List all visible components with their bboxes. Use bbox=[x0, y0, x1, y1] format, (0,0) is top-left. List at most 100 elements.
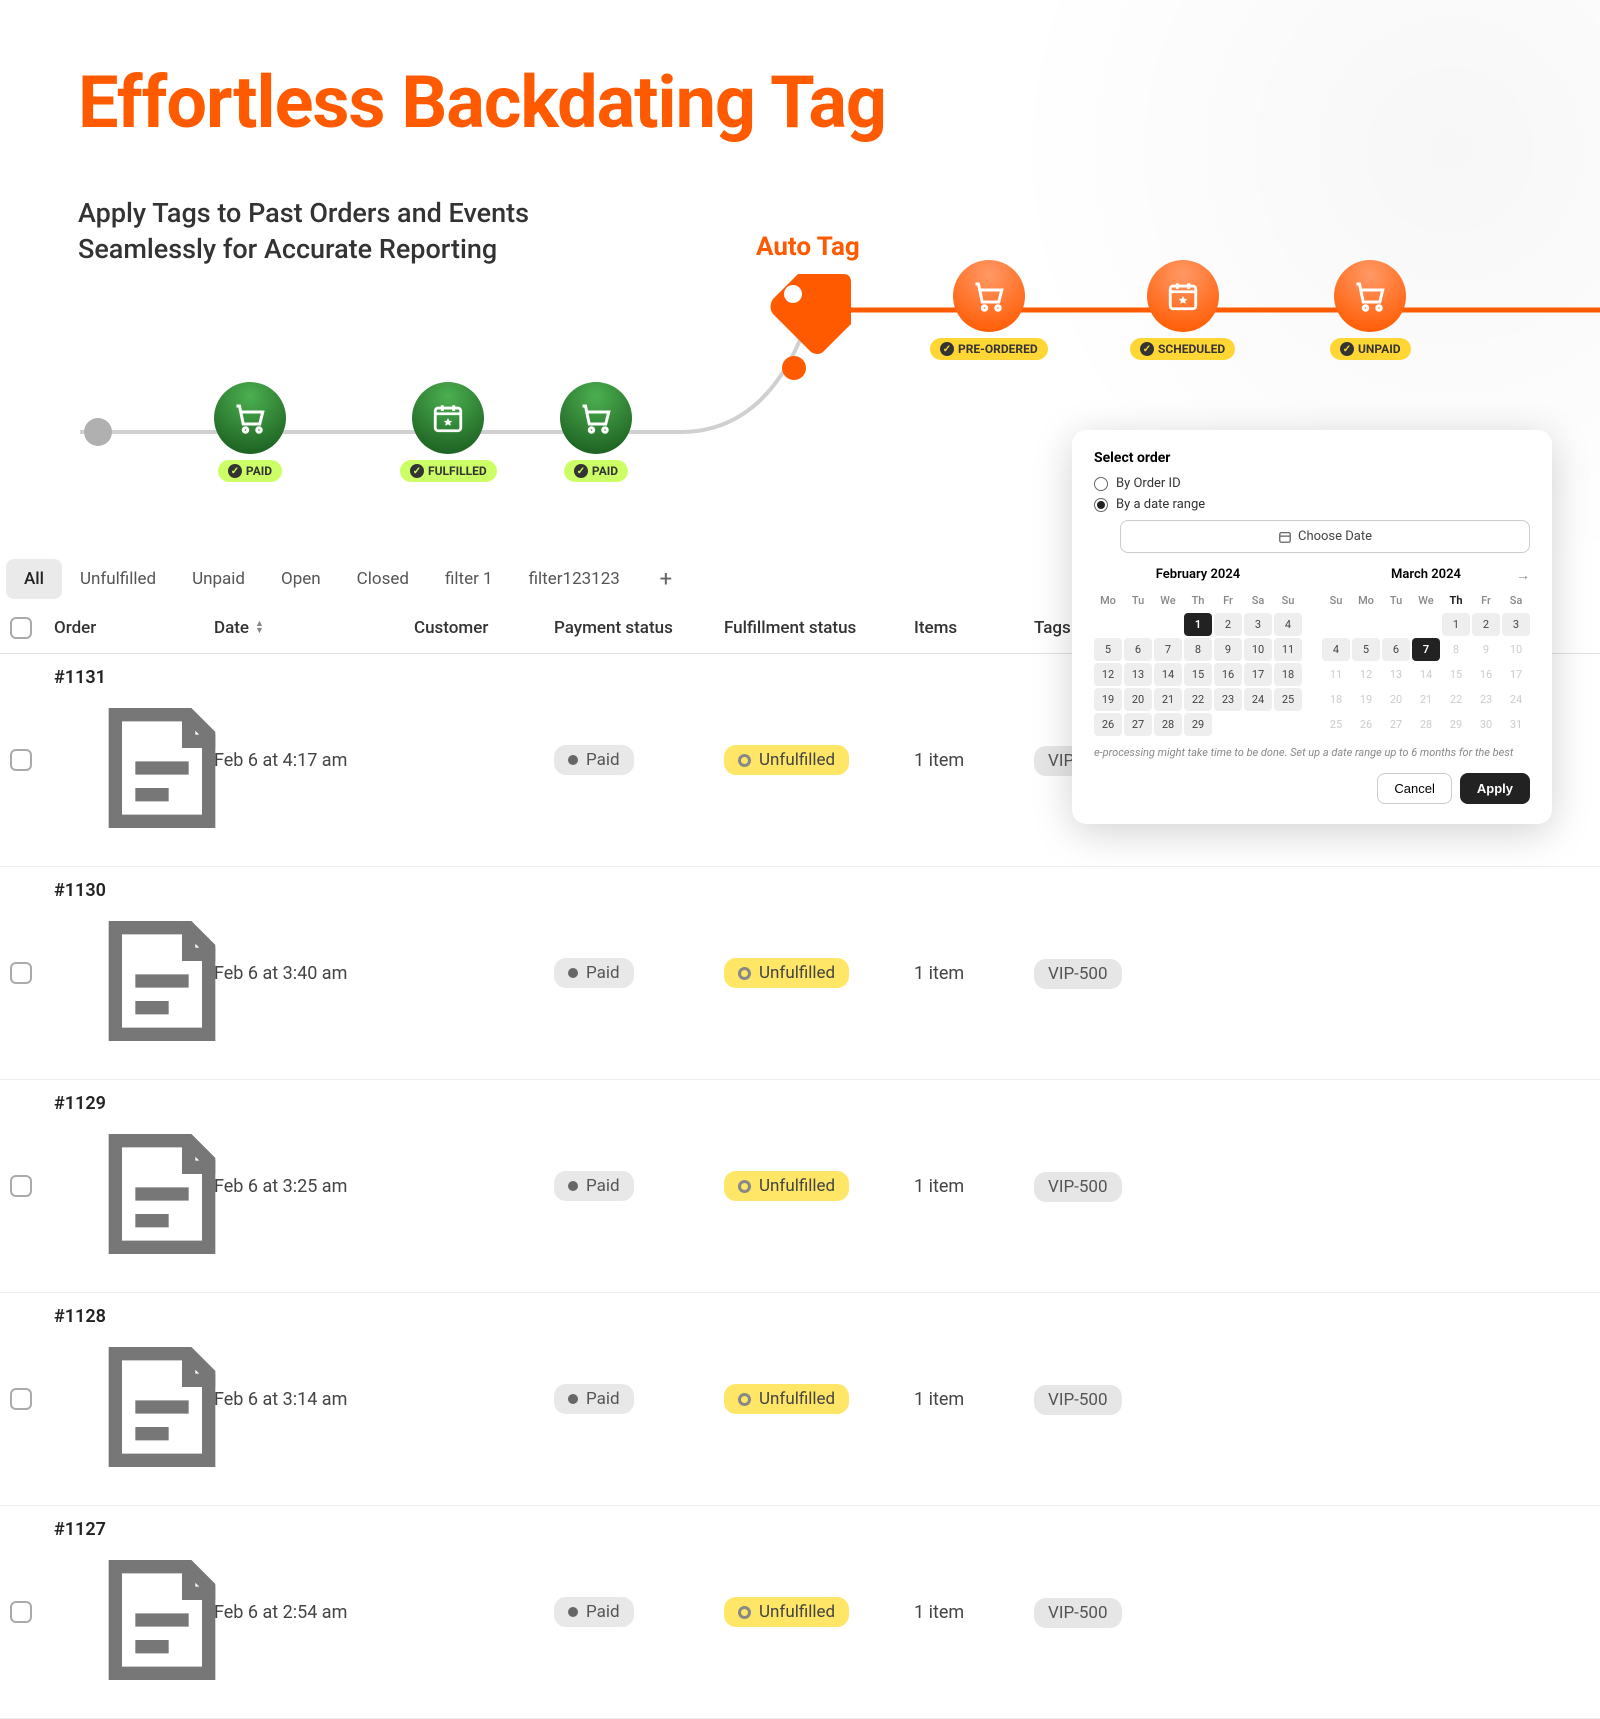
cal-day[interactable]: 17 bbox=[1244, 663, 1272, 686]
note-icon[interactable] bbox=[82, 1684, 242, 1705]
cal-day[interactable]: 15 bbox=[1184, 663, 1212, 686]
cal-day[interactable]: 2 bbox=[1472, 613, 1500, 636]
order-tag: VIP-500 bbox=[1034, 959, 1122, 989]
tab-all[interactable]: All bbox=[6, 559, 62, 599]
table-row[interactable]: #1129Feb 6 at 3:25 amPaidUnfulfilled1 it… bbox=[0, 1080, 1600, 1293]
cal-day[interactable]: 14 bbox=[1154, 663, 1182, 686]
cal-day[interactable]: 19 bbox=[1094, 688, 1122, 711]
cal-day[interactable]: 16 bbox=[1214, 663, 1242, 686]
tab-filter-1[interactable]: filter 1 bbox=[427, 559, 511, 599]
cal-day[interactable]: 4 bbox=[1274, 613, 1302, 636]
apply-button[interactable]: Apply bbox=[1460, 773, 1530, 804]
cal-day[interactable]: 19 bbox=[1352, 688, 1380, 711]
cal-day[interactable]: 12 bbox=[1094, 663, 1122, 686]
cal-day[interactable]: 11 bbox=[1274, 638, 1302, 661]
cal-day[interactable]: 12 bbox=[1352, 663, 1380, 686]
cal-day[interactable]: 26 bbox=[1352, 713, 1380, 736]
table-row[interactable]: #1128Feb 6 at 3:14 amPaidUnfulfilled1 it… bbox=[0, 1293, 1600, 1506]
cal-day[interactable]: 28 bbox=[1412, 713, 1440, 736]
cal-day[interactable]: 9 bbox=[1214, 638, 1242, 661]
cal-day[interactable]: 24 bbox=[1244, 688, 1272, 711]
th-fulfillment[interactable]: Fulfillment status bbox=[724, 618, 914, 638]
cal-day[interactable]: 5 bbox=[1352, 638, 1380, 661]
note-icon[interactable] bbox=[82, 1258, 242, 1279]
cal-day[interactable]: 6 bbox=[1382, 638, 1410, 661]
hero-subtitle: Apply Tags to Past Orders and Events Sea… bbox=[78, 195, 529, 268]
cal-day[interactable]: 30 bbox=[1472, 713, 1500, 736]
select-all-checkbox[interactable] bbox=[10, 617, 32, 639]
cal-day[interactable]: 22 bbox=[1442, 688, 1470, 711]
cal-day[interactable]: 20 bbox=[1382, 688, 1410, 711]
cal-day[interactable]: 27 bbox=[1124, 713, 1152, 736]
note-icon[interactable] bbox=[82, 1471, 242, 1492]
cancel-button[interactable]: Cancel bbox=[1377, 773, 1451, 804]
cal-day[interactable]: 28 bbox=[1154, 713, 1182, 736]
cal-day[interactable]: 6 bbox=[1124, 638, 1152, 661]
cal-day[interactable]: 23 bbox=[1472, 688, 1500, 711]
cal-day[interactable]: 15 bbox=[1442, 663, 1470, 686]
cal-day[interactable]: 5 bbox=[1094, 638, 1122, 661]
cal-day[interactable]: 1 bbox=[1184, 613, 1212, 636]
cal-day[interactable]: 20 bbox=[1124, 688, 1152, 711]
cal-day[interactable]: 31 bbox=[1502, 713, 1530, 736]
cal-day[interactable]: 7 bbox=[1154, 638, 1182, 661]
cal-day[interactable]: 25 bbox=[1322, 713, 1350, 736]
status-badge: ✓PRE-ORDERED bbox=[930, 338, 1048, 360]
cal-day[interactable]: 14 bbox=[1412, 663, 1440, 686]
add-filter-icon[interactable]: + bbox=[650, 563, 682, 595]
cal-day[interactable]: 1 bbox=[1442, 613, 1470, 636]
tab-unpaid[interactable]: Unpaid bbox=[174, 559, 263, 599]
cal-day[interactable]: 25 bbox=[1274, 688, 1302, 711]
cal-day-header: Tu bbox=[1382, 590, 1410, 611]
row-checkbox[interactable] bbox=[10, 1601, 32, 1623]
calendar-next-icon[interactable]: → bbox=[1516, 567, 1530, 584]
row-checkbox[interactable] bbox=[10, 749, 32, 771]
th-items[interactable]: Items bbox=[914, 618, 1034, 638]
table-row[interactable]: #1130Feb 6 at 3:40 amPaidUnfulfilled1 it… bbox=[0, 867, 1600, 1080]
cal-day[interactable]: 7 bbox=[1412, 638, 1440, 661]
table-row[interactable]: #1127Feb 6 at 2:54 amPaidUnfulfilled1 it… bbox=[0, 1506, 1600, 1719]
th-order[interactable]: Order bbox=[54, 618, 214, 638]
cal-day[interactable]: 24 bbox=[1502, 688, 1530, 711]
cal-day[interactable]: 29 bbox=[1184, 713, 1212, 736]
cal-day[interactable]: 17 bbox=[1502, 663, 1530, 686]
th-payment[interactable]: Payment status bbox=[554, 618, 724, 638]
radio-by-date-range[interactable]: By a date range bbox=[1094, 497, 1530, 512]
radio-by-order-id[interactable]: By Order ID bbox=[1094, 476, 1530, 491]
cal-day[interactable]: 18 bbox=[1322, 688, 1350, 711]
cal-day[interactable]: 8 bbox=[1184, 638, 1212, 661]
cal-day[interactable]: 29 bbox=[1442, 713, 1470, 736]
note-icon[interactable] bbox=[82, 832, 242, 853]
choose-date-button[interactable]: Choose Date bbox=[1120, 520, 1530, 553]
tab-filter123123[interactable]: filter123123 bbox=[511, 559, 638, 599]
cal-day[interactable]: 10 bbox=[1244, 638, 1272, 661]
cal-day[interactable]: 21 bbox=[1412, 688, 1440, 711]
cal-day[interactable]: 10 bbox=[1502, 638, 1530, 661]
auto-tag-marker: Auto Tag bbox=[756, 232, 860, 358]
tab-closed[interactable]: Closed bbox=[339, 559, 427, 599]
cal-day[interactable]: 11 bbox=[1322, 663, 1350, 686]
cal-day[interactable]: 3 bbox=[1244, 613, 1272, 636]
tab-unfulfilled[interactable]: Unfulfilled bbox=[62, 559, 174, 599]
cal-day[interactable]: 13 bbox=[1124, 663, 1152, 686]
cal-day[interactable]: 13 bbox=[1382, 663, 1410, 686]
cal-day[interactable]: 3 bbox=[1502, 613, 1530, 636]
th-date[interactable]: Date ▲▼ bbox=[214, 618, 414, 638]
row-checkbox[interactable] bbox=[10, 1175, 32, 1197]
cal-day[interactable]: 21 bbox=[1154, 688, 1182, 711]
row-checkbox[interactable] bbox=[10, 962, 32, 984]
cal-day[interactable]: 18 bbox=[1274, 663, 1302, 686]
th-customer[interactable]: Customer bbox=[414, 618, 554, 638]
cal-day[interactable]: 23 bbox=[1214, 688, 1242, 711]
cal-day[interactable]: 2 bbox=[1214, 613, 1242, 636]
row-checkbox[interactable] bbox=[10, 1388, 32, 1410]
cal-day[interactable]: 8 bbox=[1442, 638, 1470, 661]
cal-day[interactable]: 4 bbox=[1322, 638, 1350, 661]
cal-day[interactable]: 22 bbox=[1184, 688, 1212, 711]
cal-day[interactable]: 16 bbox=[1472, 663, 1500, 686]
note-icon[interactable] bbox=[82, 1045, 242, 1066]
tab-open[interactable]: Open bbox=[263, 559, 339, 599]
cal-day[interactable]: 27 bbox=[1382, 713, 1410, 736]
cal-day[interactable]: 9 bbox=[1472, 638, 1500, 661]
cal-day[interactable]: 26 bbox=[1094, 713, 1122, 736]
